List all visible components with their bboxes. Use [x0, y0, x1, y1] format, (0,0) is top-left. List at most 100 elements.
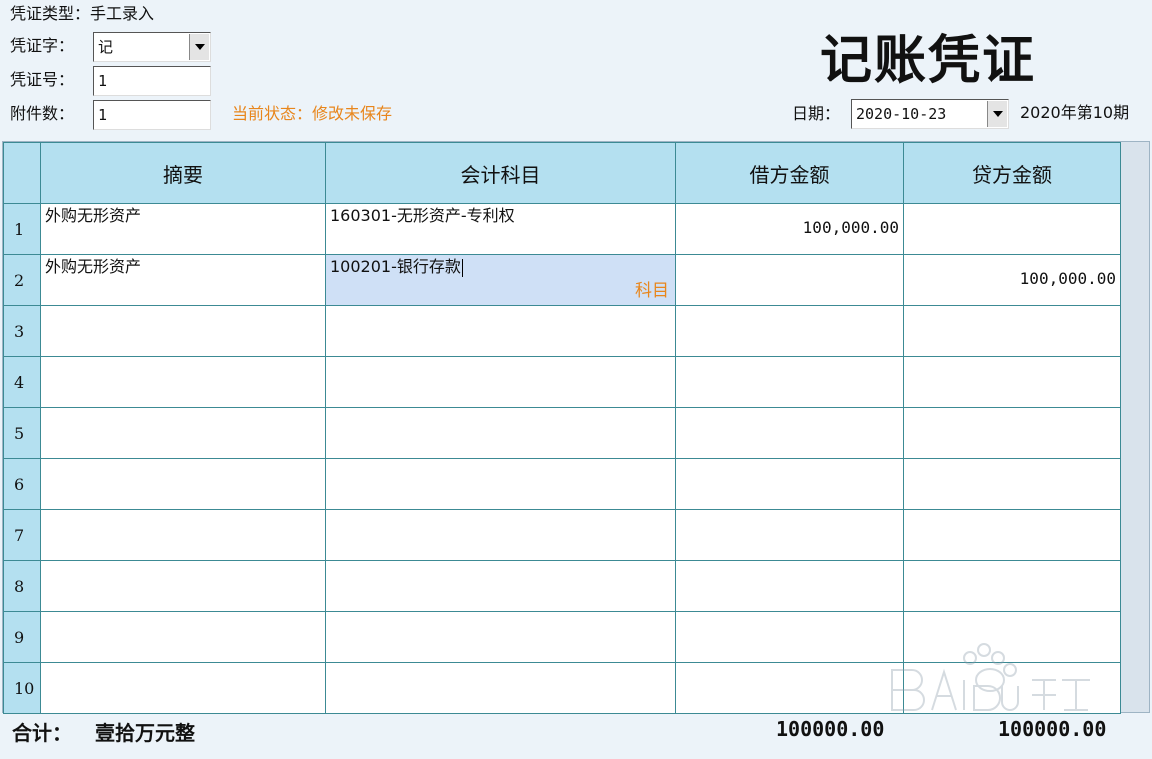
debit-cell[interactable]	[675, 662, 904, 714]
summary-text: 外购无形资产	[45, 257, 142, 276]
debit-cell[interactable]	[675, 305, 904, 357]
summary-cell[interactable]	[40, 509, 326, 561]
account-cell[interactable]	[325, 560, 676, 612]
table-header-row: 摘要 会计科目 借方金额 贷方金额	[3, 142, 1121, 204]
voucher-type: 凭证类型：手工录入	[10, 4, 154, 24]
debit-cell[interactable]	[675, 458, 904, 510]
voucher-no-input[interactable]: 1	[93, 66, 211, 96]
account-picker-button[interactable]: 科目	[635, 276, 669, 301]
row-number: 5	[3, 407, 41, 459]
credit-cell[interactable]	[903, 356, 1121, 408]
debit-cell[interactable]	[675, 356, 904, 408]
summary-cell[interactable]	[40, 611, 326, 663]
corner-cell	[3, 142, 41, 204]
credit-cell[interactable]	[903, 305, 1121, 357]
credit-cell[interactable]	[903, 458, 1121, 510]
account-cell[interactable]	[325, 356, 676, 408]
table-row: 10	[3, 662, 1121, 714]
credit-cell[interactable]	[903, 560, 1121, 612]
attach-count-input[interactable]: 1	[93, 100, 211, 130]
chevron-down-icon[interactable]	[189, 34, 209, 60]
summary-cell[interactable]: 外购无形资产	[40, 203, 326, 255]
attach-label: 附件数：	[10, 104, 75, 123]
attach-count-value: 1	[98, 106, 108, 124]
debit-cell[interactable]	[675, 509, 904, 561]
account-cell[interactable]	[325, 611, 676, 663]
credit-cell[interactable]	[903, 611, 1121, 663]
table-row: 5	[3, 407, 1121, 459]
voucher-word-value: 记	[98, 38, 114, 56]
summary-cell[interactable]	[40, 356, 326, 408]
voucher-no-value: 1	[98, 72, 108, 90]
credit-cell[interactable]	[903, 509, 1121, 561]
row-number: 1	[3, 203, 41, 255]
credit-cell[interactable]	[903, 203, 1121, 255]
row-number: 4	[3, 356, 41, 408]
table-row: 4	[3, 356, 1121, 408]
voucher-header: 凭证类型：手工录入 凭证字： 记 凭证号： 1 附件数： 1 当前状态：修改未保…	[0, 0, 1152, 140]
column-header-credit[interactable]: 贷方金额	[903, 142, 1121, 204]
debit-cell[interactable]	[675, 560, 904, 612]
column-header-debit[interactable]: 借方金额	[675, 142, 904, 204]
debit-cell[interactable]	[675, 407, 904, 459]
text-caret	[461, 258, 463, 277]
chevron-down-icon[interactable]	[987, 101, 1007, 127]
voucher-no-label: 凭证号：	[10, 70, 75, 89]
debit-amount: 100,000.00	[802, 218, 899, 237]
table-row: 1 外购无形资产 160301-无形资产-专利权 100,000.00	[3, 203, 1121, 255]
row-number: 7	[3, 509, 41, 561]
date-value: 2020-10-23	[856, 105, 947, 123]
date-label: 日期：	[792, 104, 841, 123]
status-text: 当前状态：修改未保存	[232, 104, 393, 123]
table-row: 3	[3, 305, 1121, 357]
row-number: 8	[3, 560, 41, 612]
table-row: 6	[3, 458, 1121, 510]
date-picker[interactable]: 2020-10-23	[851, 99, 1009, 129]
total-in-words: 壹拾万元整	[95, 721, 195, 745]
row-number: 10	[3, 662, 41, 714]
summary-cell[interactable]	[40, 662, 326, 714]
row-number: 2	[3, 254, 41, 306]
row-number: 6	[3, 458, 41, 510]
credit-cell[interactable]: 100,000.00	[903, 254, 1121, 306]
account-cell[interactable]	[325, 509, 676, 561]
account-cell[interactable]: 160301-无形资产-专利权	[325, 203, 676, 255]
row-number: 3	[3, 305, 41, 357]
account-cell[interactable]	[325, 662, 676, 714]
page-title: 记账凭证	[820, 30, 1037, 91]
table-row: 8	[3, 560, 1121, 612]
voucher-word-label: 凭证字：	[10, 36, 75, 55]
account-text: 160301-无形资产-专利权	[330, 206, 515, 225]
totals-bar: 合计： 壹拾万元整 100000.00 100000.00	[0, 713, 1152, 759]
account-cell-active[interactable]: 100201-银行存款 科目	[325, 254, 676, 306]
summary-cell[interactable]	[40, 305, 326, 357]
credit-cell[interactable]	[903, 407, 1121, 459]
account-text: 100201-银行存款	[330, 257, 461, 276]
credit-total: 100000.00	[998, 717, 1107, 741]
column-header-account[interactable]: 会计科目	[325, 142, 676, 204]
account-cell[interactable]	[325, 407, 676, 459]
summary-cell[interactable]	[40, 407, 326, 459]
summary-cell[interactable]	[40, 458, 326, 510]
account-cell[interactable]	[325, 458, 676, 510]
voucher-word-select[interactable]: 记	[93, 32, 211, 62]
voucher-grid: 摘要 会计科目 借方金额 贷方金额 1 外购无形资产 160301-无形资产-专…	[2, 141, 1150, 714]
debit-cell[interactable]	[675, 254, 904, 306]
table-row: 2 外购无形资产 100201-银行存款 科目 100,000.00	[3, 254, 1121, 306]
debit-total: 100000.00	[776, 717, 885, 741]
column-header-summary[interactable]: 摘要	[40, 142, 326, 204]
table-row: 9	[3, 611, 1121, 663]
entries-table: 摘要 会计科目 借方金额 贷方金额 1 外购无形资产 160301-无形资产-专…	[3, 142, 1121, 714]
credit-amount: 100,000.00	[1019, 269, 1116, 288]
debit-cell[interactable]: 100,000.00	[675, 203, 904, 255]
account-input[interactable]: 100201-银行存款	[326, 255, 675, 279]
period-text: 2020年第10期	[1020, 103, 1130, 122]
total-label: 合计：	[12, 721, 72, 745]
account-cell[interactable]	[325, 305, 676, 357]
summary-cell[interactable]	[40, 560, 326, 612]
summary-cell[interactable]: 外购无形资产	[40, 254, 326, 306]
debit-cell[interactable]	[675, 611, 904, 663]
summary-text: 外购无形资产	[45, 206, 142, 225]
credit-cell[interactable]	[903, 662, 1121, 714]
voucher-type-label: 凭证类型：	[10, 4, 91, 23]
